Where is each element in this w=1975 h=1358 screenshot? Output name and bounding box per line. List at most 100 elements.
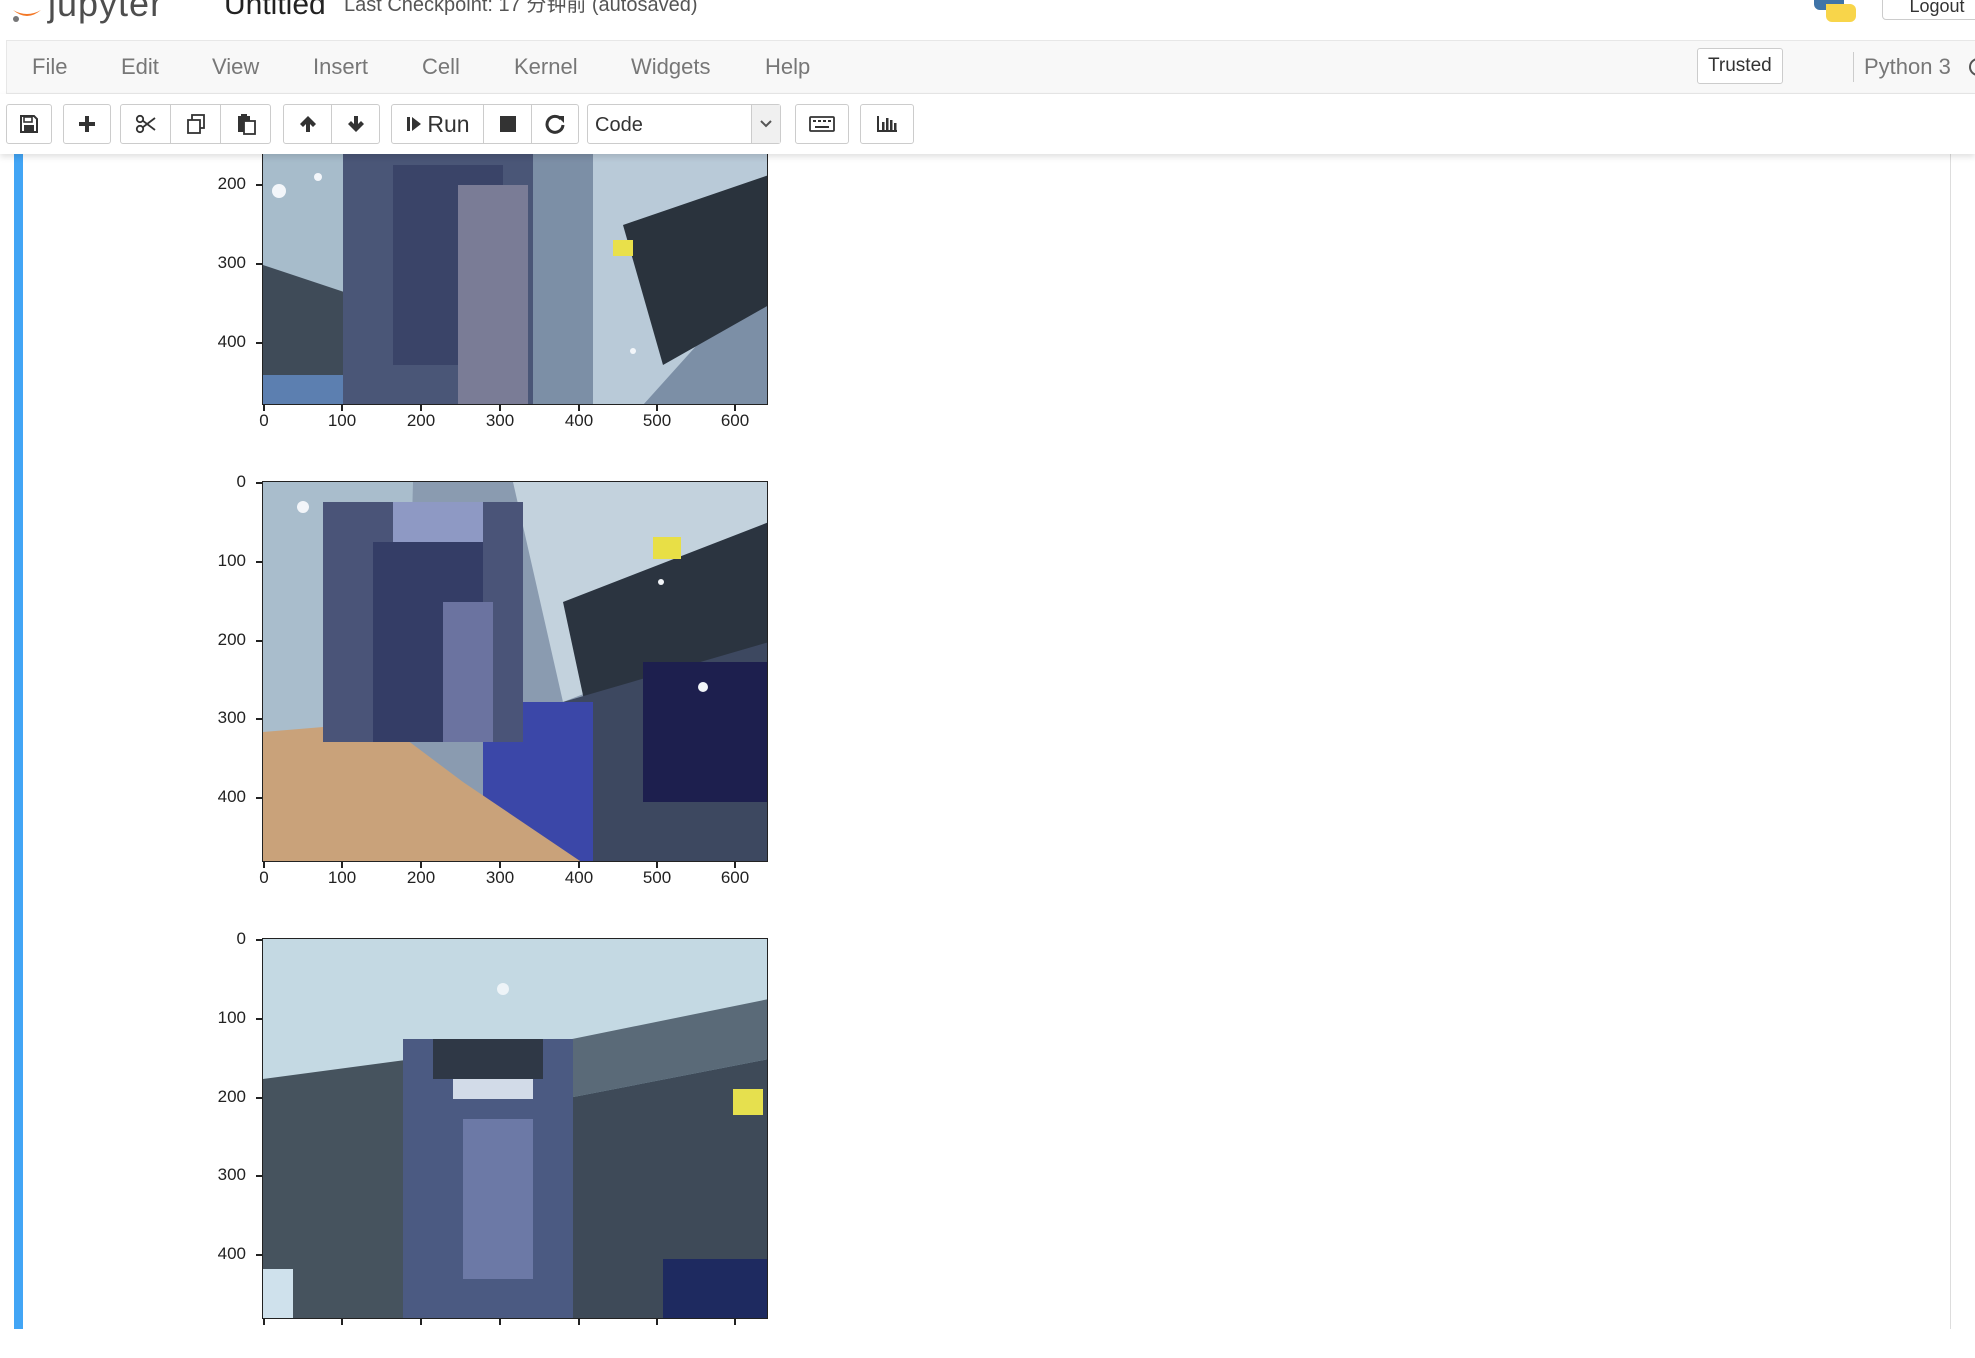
y-tick-label: 200	[217, 174, 246, 193]
copy-cells-button[interactable]	[170, 104, 221, 144]
step-forward-icon	[407, 117, 422, 131]
keyboard-icon	[809, 116, 835, 132]
y-tick-label: 100	[217, 1008, 246, 1027]
y-tick-label: 200	[217, 1087, 246, 1106]
y-tick-mark	[256, 797, 262, 799]
menubar: File Edit View Insert Cell Kernel Widget…	[6, 40, 1975, 94]
menu-file[interactable]: File	[32, 41, 67, 93]
x-tick-label: 200	[406, 411, 436, 430]
scissors-icon	[135, 114, 156, 134]
notebook-area: 200 300 400 0 100 200 300 400 500 600 0 …	[0, 154, 1975, 1358]
copy-icon	[186, 114, 205, 134]
x-tick-label: 200	[406, 868, 436, 887]
y-tick-label: 0	[236, 472, 246, 491]
y-tick-mark	[256, 1175, 262, 1177]
y-tick-label: 100	[217, 551, 246, 570]
y-tick-mark	[256, 342, 262, 344]
y-tick-mark	[256, 1254, 262, 1256]
floppy-disk-icon	[20, 115, 38, 133]
x-tick-mark	[734, 1319, 736, 1325]
checkpoint-status: Last Checkpoint: 17 分钟前 (autosaved)	[344, 0, 698, 16]
y-tick-label: 300	[217, 1165, 246, 1184]
y-tick-mark	[256, 1018, 262, 1020]
interrupt-kernel-button[interactable]	[483, 104, 532, 144]
kernel-name[interactable]: Python 3	[1864, 41, 1951, 93]
run-label: Run	[427, 110, 470, 137]
y-tick-mark	[256, 184, 262, 186]
x-tick-label: 500	[642, 411, 672, 430]
move-cell-up-button[interactable]	[283, 104, 332, 144]
menu-kernel[interactable]: Kernel	[514, 41, 578, 93]
plot-3-image	[262, 938, 768, 1319]
menu-cell[interactable]: Cell	[422, 41, 460, 93]
y-tick-label: 300	[217, 253, 246, 272]
notebook-title[interactable]: Untitled	[224, 0, 326, 20]
paste-icon	[237, 114, 256, 135]
x-tick-mark	[263, 1319, 265, 1325]
kernel-separator	[1853, 52, 1854, 82]
x-tick-mark	[656, 1319, 658, 1325]
toolbar: Run Code	[0, 94, 1975, 154]
y-tick-label: 0	[236, 929, 246, 948]
x-tick-label: 600	[720, 868, 750, 887]
jupyter-logo[interactable]: jupyter	[10, 0, 163, 26]
y-tick-label: 400	[217, 332, 246, 351]
cell-selected-indicator	[14, 154, 23, 1329]
logo-text: jupyter	[48, 0, 164, 24]
x-tick-mark	[420, 1319, 422, 1325]
y-tick-label: 300	[217, 708, 246, 727]
command-palette-button[interactable]	[795, 104, 849, 144]
cut-cells-button[interactable]	[120, 104, 171, 144]
y-tick-mark	[256, 939, 262, 941]
x-tick-label: 0	[259, 868, 269, 887]
y-tick-mark	[256, 1097, 262, 1099]
y-tick-label: 400	[217, 1244, 246, 1263]
menu-insert[interactable]: Insert	[313, 41, 368, 93]
y-tick-mark	[256, 561, 262, 563]
menu-view[interactable]: View	[212, 41, 259, 93]
code-cell[interactable]: 200 300 400 0 100 200 300 400 500 600 0 …	[14, 154, 1951, 1329]
menu-edit[interactable]: Edit	[121, 41, 159, 93]
menu-widgets[interactable]: Widgets	[631, 41, 710, 93]
y-tick-mark	[256, 640, 262, 642]
y-tick-mark	[256, 263, 262, 265]
x-tick-label: 300	[485, 411, 515, 430]
paste-cells-button[interactable]	[220, 104, 271, 144]
x-tick-label: 600	[720, 411, 750, 430]
logout-button[interactable]: Logout	[1882, 0, 1975, 20]
y-tick-label: 200	[217, 630, 246, 649]
chevron-down-icon	[751, 105, 780, 143]
menu-help[interactable]: Help	[765, 41, 810, 93]
insert-cell-below-button[interactable]	[63, 104, 111, 144]
cell-type-value: Code	[595, 114, 643, 136]
chart-button[interactable]	[860, 104, 914, 144]
y-tick-mark	[256, 482, 262, 484]
move-cell-down-button[interactable]	[331, 104, 380, 144]
x-tick-label: 100	[327, 868, 357, 887]
stop-icon	[499, 116, 516, 132]
x-tick-label: 0	[259, 411, 269, 430]
kernel-status-icon	[1969, 58, 1975, 76]
y-tick-mark	[256, 718, 262, 720]
x-tick-label: 400	[564, 411, 594, 430]
cell-type-select[interactable]: Code	[587, 104, 781, 144]
save-button[interactable]	[6, 104, 52, 144]
jupyter-logo-icon	[13, 10, 41, 22]
plus-icon	[79, 116, 95, 132]
bar-chart-icon	[877, 116, 897, 132]
trusted-indicator[interactable]: Trusted	[1697, 48, 1783, 84]
plot-2-image	[262, 481, 768, 862]
restart-kernel-button[interactable]	[531, 104, 579, 144]
y-tick-label: 400	[217, 787, 246, 806]
x-tick-mark	[578, 1319, 580, 1325]
plot-1-image	[262, 154, 768, 405]
arrow-up-icon	[299, 116, 316, 132]
run-button[interactable]: Run	[391, 104, 484, 144]
header: jupyter Untitled Last Checkpoint: 17 分钟前…	[0, 0, 1975, 38]
x-tick-label: 300	[485, 868, 515, 887]
refresh-icon	[545, 114, 565, 134]
arrow-down-icon	[347, 116, 364, 132]
python-logo-icon	[1814, 0, 1856, 22]
x-tick-label: 400	[564, 868, 594, 887]
x-tick-mark	[341, 1319, 343, 1325]
